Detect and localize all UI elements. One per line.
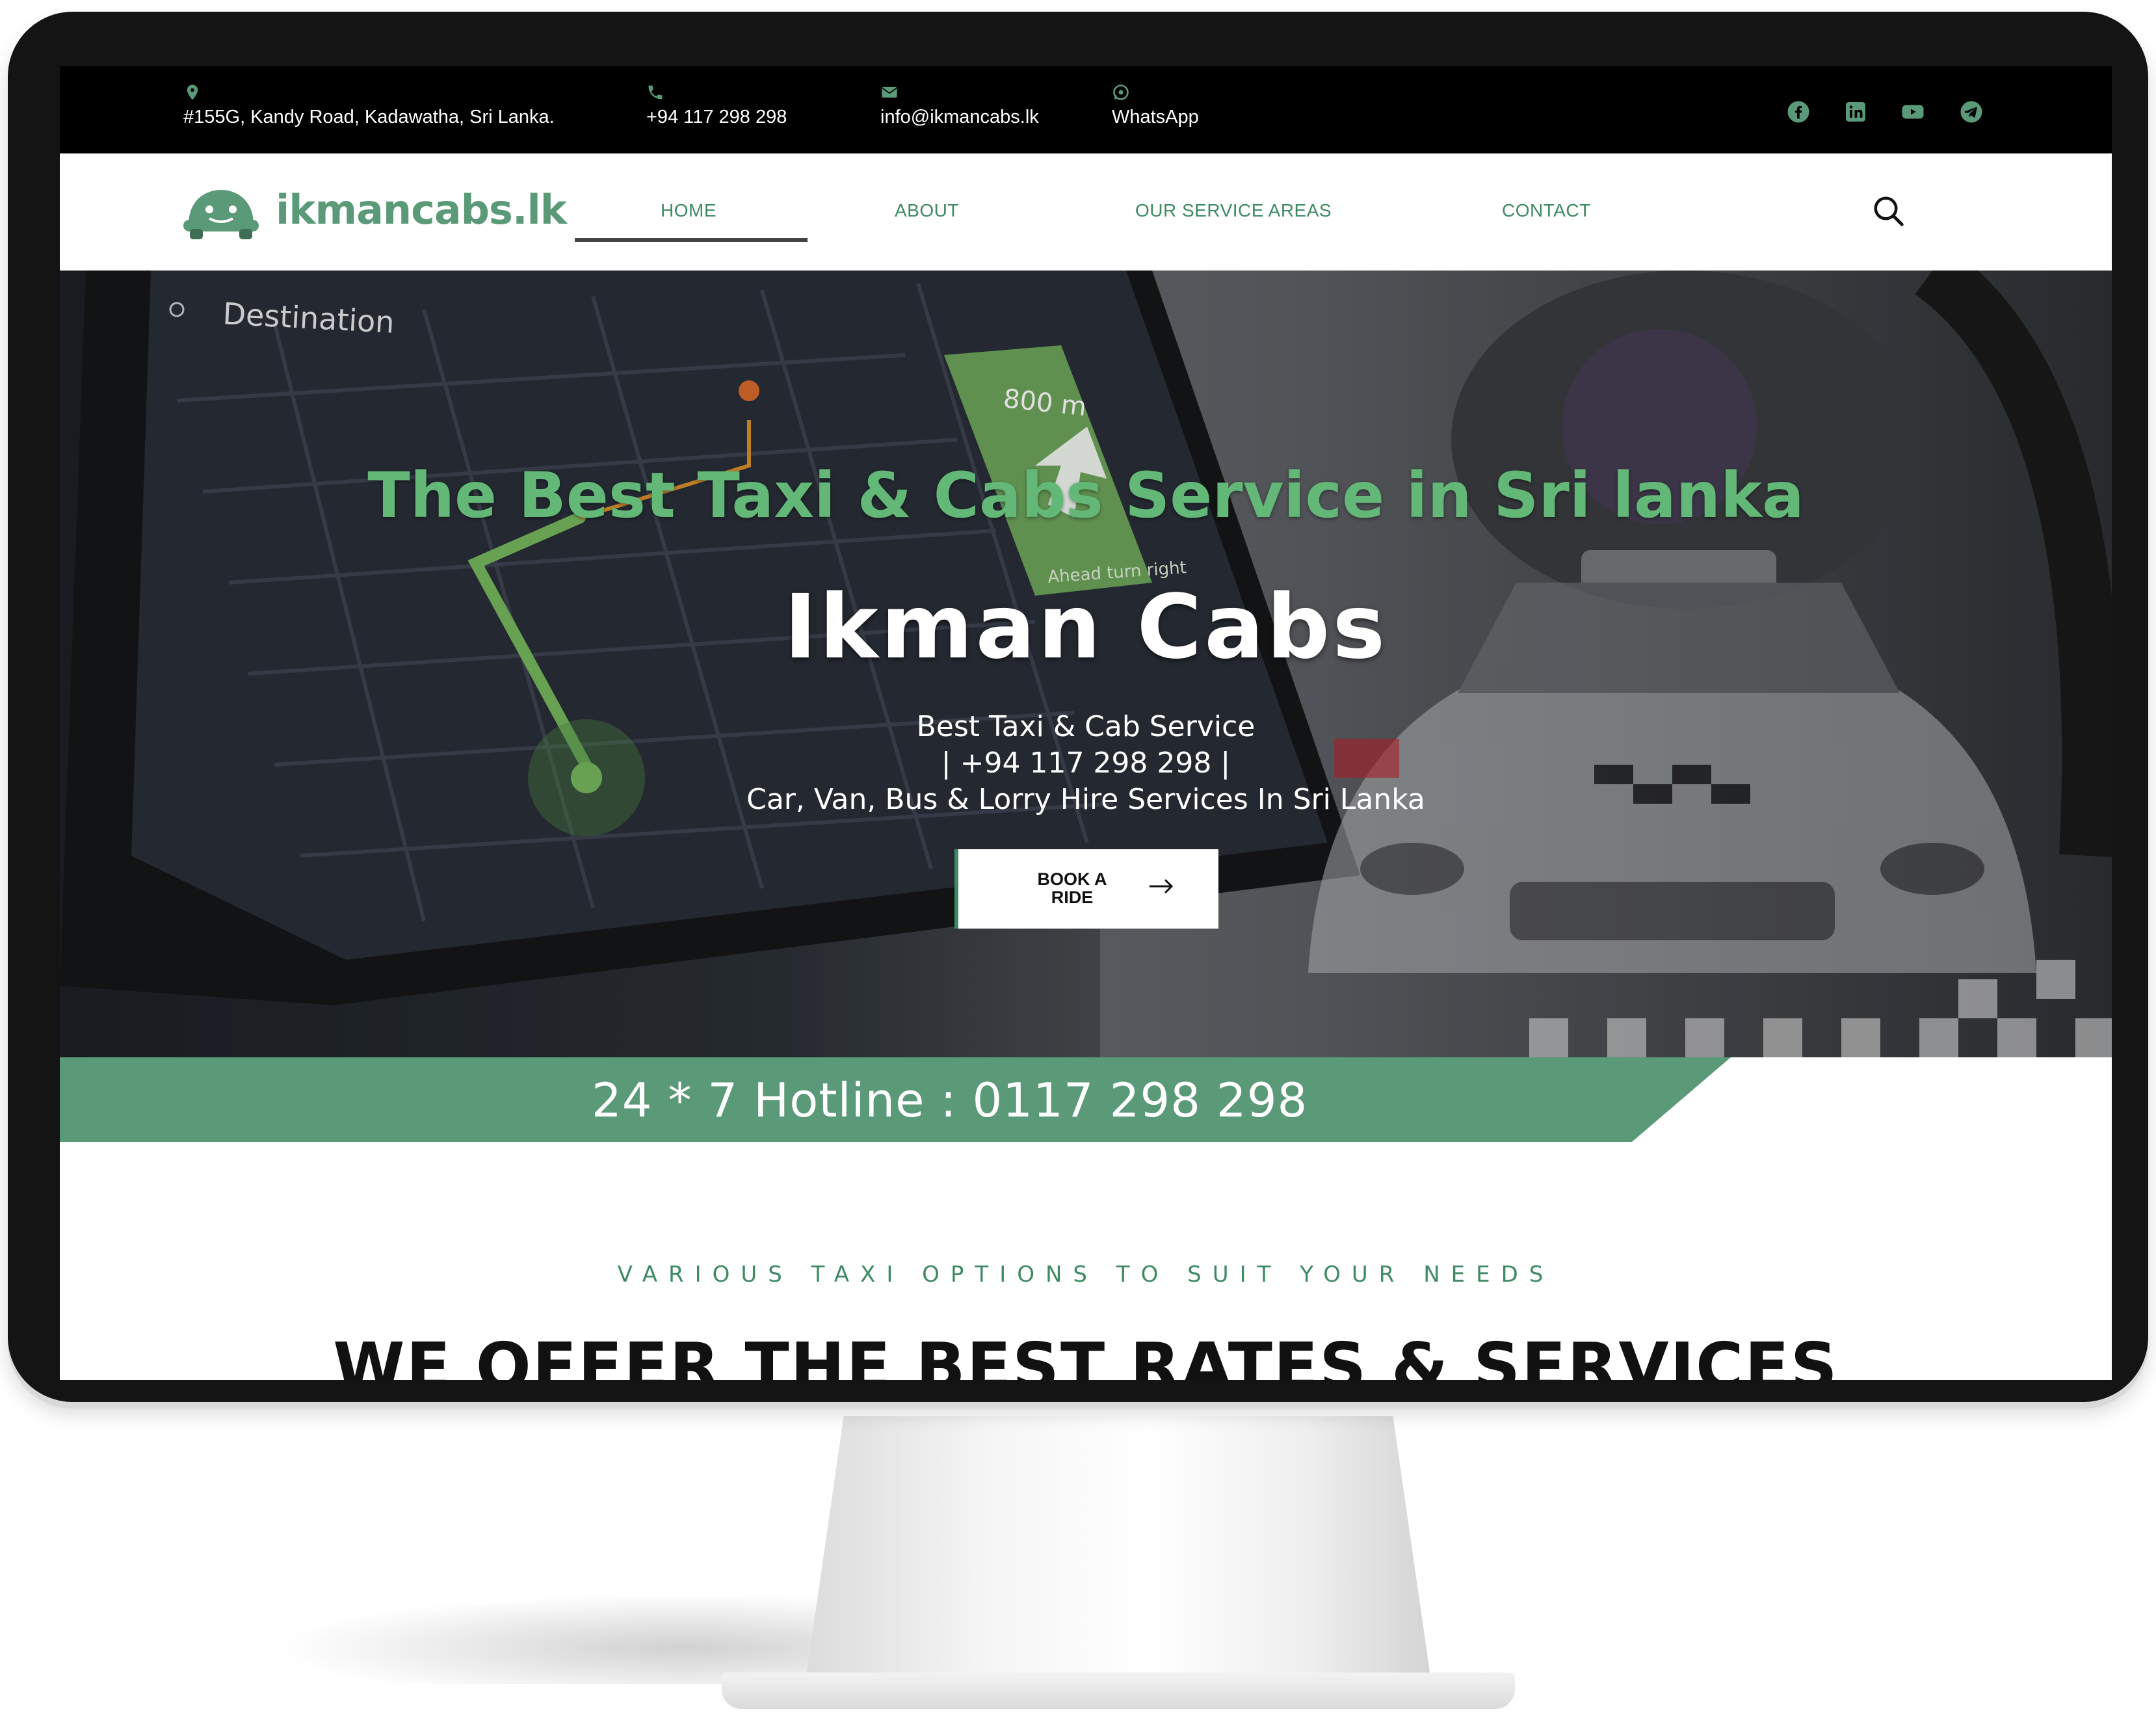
hotline-text[interactable]: 24 * 7 Hotline : 0117 298 298	[592, 1073, 1308, 1128]
monitor-frame: #155G, Kandy Road, Kadawatha, Sri Lanka.…	[8, 12, 2148, 1402]
nav-about[interactable]: ABOUT	[895, 200, 959, 221]
telegram-icon[interactable]	[1960, 100, 1983, 124]
whatsapp-text: WhatsApp	[1112, 107, 1199, 127]
nav-contact[interactable]: CONTACT	[1502, 200, 1591, 221]
envelope-icon	[881, 86, 898, 98]
phone-text: +94 117 298 298	[646, 107, 787, 127]
phone-item[interactable]: +94 117 298 298	[646, 83, 787, 128]
section-title: WE OFFER THE BEST RATES & SERVICES	[333, 1328, 1839, 1380]
hero-tagline: The Best Taxi & Cabs Service in Sri lank…	[367, 459, 1804, 532]
book-ride-button[interactable]: BOOK A RIDE	[954, 849, 1218, 929]
address-item: #155G, Kandy Road, Kadawatha, Sri Lanka.	[183, 83, 555, 128]
facebook-icon[interactable]	[1787, 100, 1810, 124]
hero-banner: Destination 800 m Ahead turn right The B…	[60, 271, 2112, 1057]
book-ride-label: BOOK A RIDE	[1037, 869, 1107, 907]
arrow-right-icon	[1150, 879, 1174, 894]
hero-phone-line: | +94 117 298 298 |	[941, 747, 1231, 780]
logo-wordmark[interactable]: ikmancabs.lk	[276, 186, 567, 233]
search-icon[interactable]	[1871, 194, 1906, 229]
top-contact-bar: #155G, Kandy Road, Kadawatha, Sri Lanka.…	[60, 66, 2112, 153]
email-text: info@ikmancabs.lk	[880, 107, 1039, 127]
whatsapp-icon	[1113, 85, 1129, 100]
hero-services-line: Car, Van, Bus & Lorry Hire Services In S…	[746, 783, 1425, 816]
linkedin-icon[interactable]	[1844, 100, 1867, 124]
nav-service-areas[interactable]: OUR SERVICE AREAS	[1135, 200, 1332, 221]
hero-title: Ikman Cabs	[783, 576, 1388, 679]
hero-subtitle-line1: Best Taxi & Cab Service	[916, 710, 1255, 743]
site-header: ikmancabs.lk HOME ABOUT OUR SERVICE AREA…	[60, 153, 2112, 271]
nav-active-indicator	[575, 238, 808, 242]
stand-shadow	[273, 1593, 858, 1684]
youtube-icon[interactable]	[1901, 100, 1925, 124]
address-text: #155G, Kandy Road, Kadawatha, Sri Lanka.	[183, 107, 555, 127]
nav-home[interactable]: HOME	[661, 200, 716, 221]
phone-icon	[648, 85, 663, 99]
whatsapp-item[interactable]: WhatsApp	[1112, 83, 1199, 128]
car-logo-icon[interactable]	[181, 186, 261, 241]
section-eyebrow: VARIOUS TAXI OPTIONS TO SUIT YOUR NEEDS	[617, 1262, 1555, 1288]
location-pin-icon	[187, 85, 198, 100]
monitor-stand	[806, 1416, 1430, 1676]
monitor-stand-base	[722, 1672, 1515, 1709]
email-item[interactable]: info@ikmancabs.lk	[880, 83, 1039, 128]
website-screen: #155G, Kandy Road, Kadawatha, Sri Lanka.…	[60, 66, 2112, 1380]
